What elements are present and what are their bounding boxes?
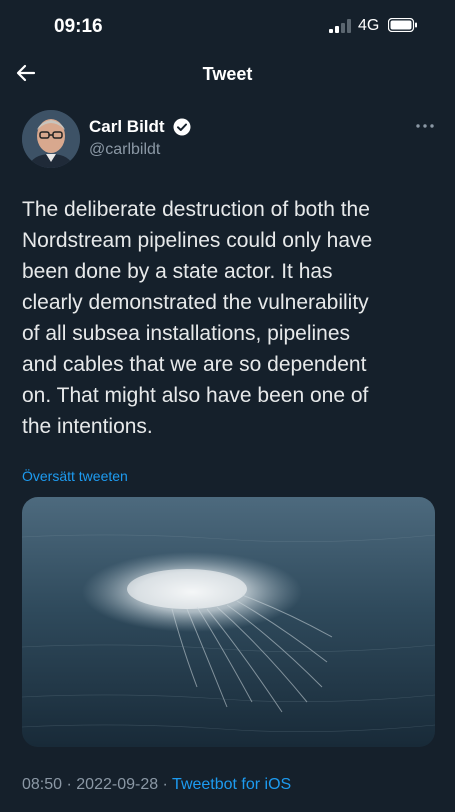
author-handle[interactable]: @carlbildt [89,141,160,159]
signal-icon [329,19,351,33]
meta-separator: · [158,776,173,793]
more-options-icon[interactable] [414,118,436,134]
tweet-line: of all subsea installations, pipelines [22,322,351,345]
status-time: 09:16 [54,16,103,37]
tweet-line: Nordstream pipelines could only have [22,229,373,252]
battery-icon [388,18,417,32]
meta-separator: · [62,776,77,793]
tweet-meta: 08:50 · 2022-09-28 · Tweetbot for iOS [22,776,291,794]
tweet-line: and cables that we are so dependent [22,353,367,376]
tweet-image[interactable] [22,497,435,747]
tweet-source-link[interactable]: Tweetbot for iOS [172,776,291,793]
verified-badge-icon [173,118,191,136]
tweet-line: the intentions. [22,415,153,438]
avatar[interactable] [22,110,80,168]
translate-link[interactable]: Översätt tweeten [22,468,128,484]
top-nav: Tweet [0,55,455,95]
status-bar: 09:16 4G [0,0,455,50]
page-title: Tweet [202,64,253,84]
tweet-line: clearly demonstrated the vulnerability [22,291,369,314]
tweet-date: 2022-09-28 [76,776,159,793]
tweet-line: been done by a state actor. It has [22,260,333,283]
network-label: 4G [358,17,380,34]
tweet-line: The deliberate destruction of both the [22,198,370,221]
tweet-line: on. That might also have been one of [22,384,369,407]
tweet-time: 08:50 [22,776,63,793]
author-info[interactable]: Carl Bildt [89,117,191,137]
author-name[interactable]: Carl Bildt [89,117,165,137]
tweet-text: The deliberate destruction of both the N… [22,194,442,442]
